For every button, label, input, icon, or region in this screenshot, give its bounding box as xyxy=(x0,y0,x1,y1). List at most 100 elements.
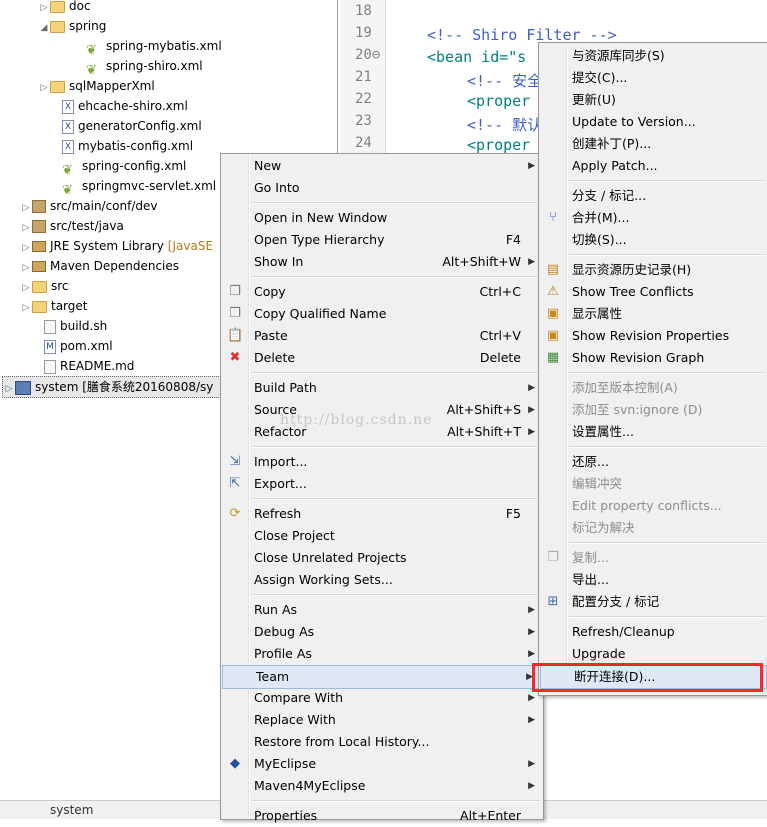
menu-item-s[interactable]: 与资源库同步(S) xyxy=(539,45,767,67)
menu-separator xyxy=(569,446,766,448)
menu-item-item-28[interactable]: ⊞ 配置分支 / 标记 xyxy=(539,591,767,613)
menu-item-restore-from-local-history[interactable]: Restore from Local History... xyxy=(221,731,543,753)
menu-item-label: Debug As xyxy=(254,624,315,639)
expand-arrow-icon[interactable]: ▷ xyxy=(20,238,32,258)
tree-item[interactable]: ▷ target xyxy=(20,296,88,316)
menu-item-compare-with[interactable]: Compare With ▶ xyxy=(221,687,543,709)
expand-arrow-icon[interactable]: ▷ xyxy=(20,218,32,238)
menu-item-open-in-new-window[interactable]: Open in New Window xyxy=(221,207,543,229)
menu-item-replace-with[interactable]: Replace With ▶ xyxy=(221,709,543,731)
menu-item-label: 复制... xyxy=(572,550,609,565)
tree-item[interactable]: ❦ spring-mybatis.xml xyxy=(74,36,222,58)
menu-separator xyxy=(251,202,541,204)
menu-item-c[interactable]: 提交(C)... xyxy=(539,67,767,89)
menu-item-close-project[interactable]: Close Project xyxy=(221,525,543,547)
project-icon xyxy=(15,380,31,395)
menu-item-item-27[interactable]: 导出... xyxy=(539,569,767,591)
menu-item-open-type-hierarchy[interactable]: Open Type Hierarchy F4 xyxy=(221,229,543,251)
menu-item-copy[interactable]: ❐ Copy Ctrl+C xyxy=(221,281,543,303)
menu-item-update-to-version[interactable]: Update to Version... xyxy=(539,111,767,133)
menu-item-h[interactable]: ▤ 显示资源历史记录(H) xyxy=(539,259,767,281)
tree-item-label: system [膳食系统20160808/sy xyxy=(35,380,214,394)
menu-item-import[interactable]: ⇲ Import... xyxy=(221,451,543,473)
tree-item[interactable]: build.sh xyxy=(32,316,107,336)
expand-arrow-icon[interactable]: ▷ xyxy=(20,258,32,278)
menu-item-properties[interactable]: Properties Alt+Enter xyxy=(221,805,543,827)
menu-item-paste[interactable]: 📋 Paste Ctrl+V xyxy=(221,325,543,347)
expand-arrow-icon[interactable]: ▷ xyxy=(20,198,32,218)
code-line[interactable]: <proper xyxy=(467,92,530,110)
menu-item-label: Team xyxy=(256,669,290,684)
menu-item-label: Refresh/Cleanup xyxy=(572,624,675,639)
menu-item-p[interactable]: 创建补丁(P)... xyxy=(539,133,767,155)
tree-item[interactable]: Xehcache-shiro.xml xyxy=(50,96,188,116)
menu-item-maven4myeclipse[interactable]: Maven4MyEclipse ▶ xyxy=(221,775,543,797)
tree-item[interactable]: ❦ spring-config.xml xyxy=(50,156,186,178)
folder-icon xyxy=(32,300,47,313)
tree-item[interactable]: Xmybatis-config.xml xyxy=(50,136,193,156)
menu-item-item-21[interactable]: 还原... xyxy=(539,451,767,473)
menu-item-debug-as[interactable]: Debug As ▶ xyxy=(221,621,543,643)
menu-item-profile-as[interactable]: Profile As ▶ xyxy=(221,643,543,665)
menu-item-copy-qualified-name[interactable]: ❐ Copy Qualified Name xyxy=(221,303,543,325)
menu-item-run-as[interactable]: Run As ▶ xyxy=(221,599,543,621)
code-line[interactable]: <proper xyxy=(467,136,530,154)
menu-item-show-revision-graph[interactable]: ▦ Show Revision Graph xyxy=(539,347,767,369)
expand-arrow-icon[interactable]: ◢ xyxy=(38,18,50,38)
tree-item-label: mybatis-config.xml xyxy=(78,139,194,153)
menu-item-s[interactable]: 切换(S)... xyxy=(539,229,767,251)
menu-item-u[interactable]: 更新(U) xyxy=(539,89,767,111)
tree-item[interactable]: ❦ spring-shiro.xml xyxy=(74,56,203,78)
menu-item-label: Open Type Hierarchy xyxy=(254,232,385,247)
tree-item[interactable]: Mpom.xml xyxy=(32,336,113,356)
tree-item[interactable]: ▷ Maven Dependencies xyxy=(20,256,179,276)
expand-arrow-icon[interactable]: ▷ xyxy=(20,278,32,298)
team-submenu: 与资源库同步(S) 提交(C)... 更新(U) Update to Version.… xyxy=(538,42,767,696)
expand-arrow-icon[interactable]: ▷ xyxy=(3,379,15,399)
menu-item-show-tree-conflicts[interactable]: ⚠ Show Tree Conflicts xyxy=(539,281,767,303)
delete-icon: ✖ xyxy=(229,350,241,365)
tree-item[interactable]: ▷ src/test/java xyxy=(20,216,124,236)
menu-item-show-revision-properties[interactable]: ▣ Show Revision Properties xyxy=(539,325,767,347)
tree-item[interactable]: ▷ doc xyxy=(38,0,91,16)
tree-item[interactable]: XgeneratorConfig.xml xyxy=(50,116,202,136)
menu-item-team[interactable]: Team ▶ xyxy=(222,665,542,689)
tree-item-label: JRE System Library xyxy=(50,239,164,253)
menu-item-label: 显示属性 xyxy=(572,306,623,321)
import-icon: ⇲ xyxy=(229,454,241,469)
expand-arrow-icon[interactable]: ▷ xyxy=(20,298,32,318)
code-line[interactable]: <bean id="s xyxy=(427,48,526,66)
menu-item-export[interactable]: ⇱ Export... xyxy=(221,473,543,495)
menu-item-assign-working-sets[interactable]: Assign Working Sets... xyxy=(221,569,543,591)
tree-item[interactable]: ❦ springmvc-servlet.xml xyxy=(50,176,216,198)
menu-item-m[interactable]: ⑂ 合并(M)... xyxy=(539,207,767,229)
submenu-arrow-icon: ▶ xyxy=(528,405,535,415)
tree-conflicts-icon: ⚠ xyxy=(547,284,559,299)
menu-item-new[interactable]: New ▶ xyxy=(221,155,543,177)
tree-item[interactable]: ▷ JRE System Library [JavaSE xyxy=(20,236,214,258)
code-line[interactable]: <!-- 安全 xyxy=(467,70,542,91)
code-line[interactable]: <!-- 默认 xyxy=(467,114,542,135)
menu-item-item-7[interactable]: 分支 / 标记... xyxy=(539,185,767,207)
menu-item-show-in[interactable]: Show In Alt+Shift+W ▶ xyxy=(221,251,543,273)
tree-item[interactable]: ◢ spring xyxy=(38,16,107,38)
tree-item[interactable]: ▷ sqlMapperXml xyxy=(38,76,155,96)
expand-arrow-icon[interactable]: ▷ xyxy=(38,78,50,98)
tree-item[interactable]: ▷ src/main/conf/dev xyxy=(20,196,158,216)
menu-item-build-path[interactable]: Build Path ▶ xyxy=(221,377,543,399)
menu-item-item-19[interactable]: 设置属性... xyxy=(539,421,767,443)
menu-item-upgrade[interactable]: Upgrade xyxy=(539,643,767,665)
menu-item-myeclipse[interactable]: ◆ MyEclipse ▶ xyxy=(221,753,543,775)
menu-item-label: Refresh xyxy=(254,506,302,521)
menu-item-apply-patch[interactable]: Apply Patch... xyxy=(539,155,767,177)
menu-item-label: Restore from Local History... xyxy=(254,734,430,749)
menu-item-close-unrelated-projects[interactable]: Close Unrelated Projects xyxy=(221,547,543,569)
menu-item-refresh[interactable]: ⟳ Refresh F5 xyxy=(221,503,543,525)
tree-item[interactable]: ▷ src xyxy=(20,276,69,296)
menu-item-item-13[interactable]: ▣ 显示属性 xyxy=(539,303,767,325)
menu-item-go-into[interactable]: Go Into xyxy=(221,177,543,199)
tree-item[interactable]: README.md xyxy=(32,356,134,376)
menu-item-refresh-cleanup[interactable]: Refresh/Cleanup xyxy=(539,621,767,643)
menu-item-delete[interactable]: ✖ Delete Delete xyxy=(221,347,543,369)
menu-item-label: 还原... xyxy=(572,454,609,469)
